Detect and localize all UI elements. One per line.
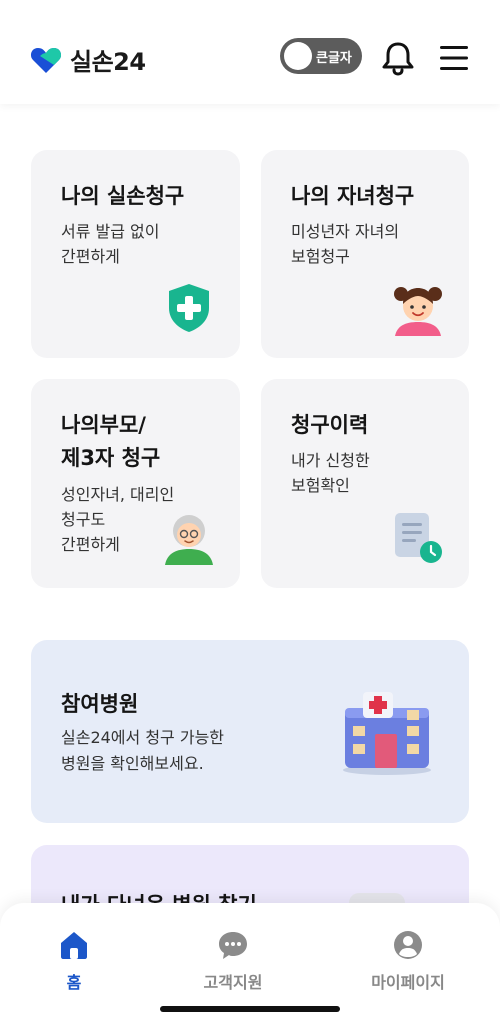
card-desc: 미성년자 자녀의 보험청구 — [291, 222, 400, 266]
hospital-building-icon — [343, 692, 431, 775]
my-claim-card[interactable]: 나의 실손청구 서류 발급 없이 간편하게 — [31, 150, 240, 358]
parent-third-party-claim-card[interactable]: 나의부모/ 제3자 청구 성인자녀, 대리인 청구도 간편하게 — [31, 379, 240, 588]
green-shield-plus-icon — [169, 284, 209, 332]
card-title: 나의 자녀청구 — [291, 184, 415, 208]
large-text-toggle[interactable]: 큰글자 — [280, 38, 362, 74]
tab-label: 홈 — [66, 973, 82, 992]
tab-my-page[interactable]: 마이페이지 — [348, 929, 468, 993]
app-name: 실손24 — [70, 48, 146, 76]
app-logo[interactable]: 실손24 — [30, 42, 146, 77]
participating-hospitals-banner[interactable]: 참여병원 실손24에서 청구 가능한 병원을 확인해보세요. — [31, 640, 469, 823]
toggle-label: 큰글자 — [316, 51, 352, 66]
card-desc: 성인자녀, 대리인 청구도 간편하게 — [61, 485, 175, 554]
grandparent-icon — [165, 515, 213, 565]
tab-label: 고객지원 — [203, 973, 263, 992]
claim-history-card[interactable]: 청구이력 내가 신청한 보험확인 — [261, 379, 469, 588]
chat-bubble-icon — [219, 932, 247, 959]
heart-logo-icon — [30, 47, 62, 73]
child-claim-card[interactable]: 나의 자녀청구 미성년자 자녀의 보험청구 — [261, 150, 469, 358]
home-icon — [61, 932, 87, 959]
hamburger-menu-icon[interactable] — [438, 42, 470, 74]
card-title: 나의 실손청구 — [61, 184, 185, 208]
card-title: 나의부모/ 제3자 청구 — [61, 413, 161, 470]
tab-home[interactable]: 홈 — [14, 929, 134, 993]
card-desc: 서류 발급 없이 간편하게 — [61, 222, 160, 266]
document-clock-icon — [395, 513, 442, 563]
user-profile-icon — [394, 931, 422, 959]
tab-customer-support[interactable]: 고객지원 — [173, 929, 293, 993]
bottom-tab-bar: 홈 고객지원 마이페이지 — [0, 903, 500, 1021]
child-girl-icon — [394, 287, 442, 336]
app-header: 실손24 큰글자 — [0, 0, 500, 104]
tab-label: 마이페이지 — [371, 973, 445, 992]
bell-icon[interactable] — [380, 40, 416, 76]
card-title: 청구이력 — [291, 413, 369, 437]
toggle-knob — [284, 42, 312, 70]
card-desc: 내가 신청한 보험확인 — [291, 451, 370, 495]
home-indicator — [160, 1006, 340, 1012]
banner-title: 참여병원 — [61, 692, 139, 716]
banner-desc: 실손24에서 청구 가능한 병원을 확인해보세요. — [61, 728, 225, 773]
